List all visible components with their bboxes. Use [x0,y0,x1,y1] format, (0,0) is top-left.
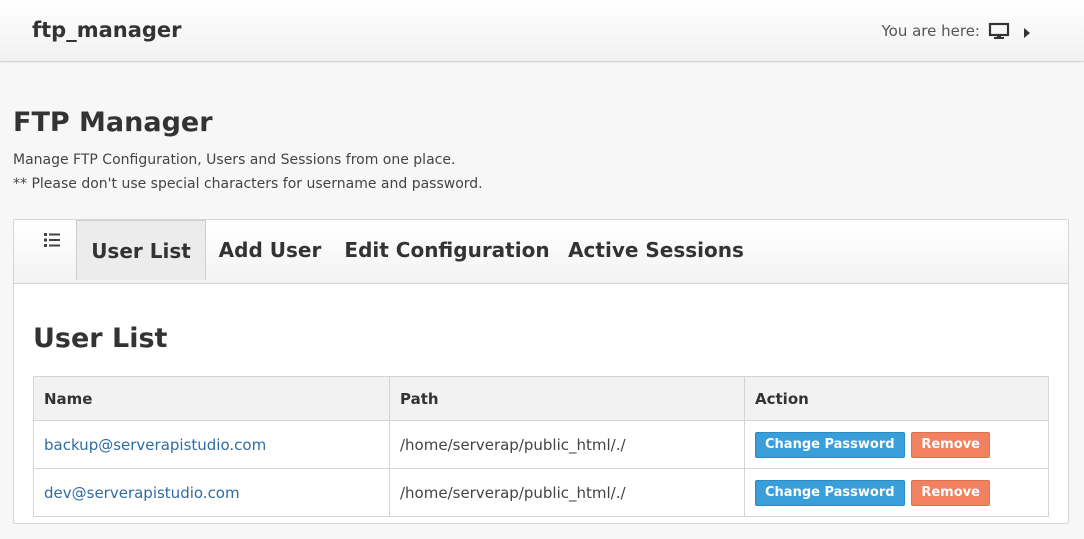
table-row: dev@serverapistudio.com /home/serverap/p… [33,468,1049,517]
tab-edit-configuration[interactable]: Edit Configuration [344,220,550,280]
list-icon[interactable] [44,232,60,247]
section-title: User List [33,323,168,354]
app-title: ftp_manager [32,18,182,42]
page-warning: ** Please don't use special characters f… [13,176,483,192]
remove-button[interactable]: Remove [911,479,990,506]
user-table: Name Path Action backup@serverapistudio.… [33,376,1049,517]
user-name-cell: dev@serverapistudio.com [33,468,390,517]
top-bar: ftp_manager You are here: [0,0,1084,62]
remove-button[interactable]: Remove [911,431,990,458]
breadcrumb-label: You are here: [881,22,980,40]
monitor-icon[interactable] [988,22,1010,40]
user-path-cell: /home/serverap/public_html/./ [389,420,745,469]
user-path-cell: /home/serverap/public_html/./ [389,468,745,517]
tab-active-sessions[interactable]: Active Sessions [566,220,746,280]
user-action-cell: Change Password Remove [744,468,1049,517]
column-header-path: Path [389,376,745,421]
ftp-panel: User List Add User Edit Configuration Ac… [13,219,1069,524]
caret-right-icon [1022,25,1032,38]
page-description: Manage FTP Configuration, Users and Sess… [13,152,456,168]
change-password-button[interactable]: Change Password [755,479,905,506]
user-name-cell: backup@serverapistudio.com [33,420,390,469]
column-header-action: Action [744,376,1049,421]
user-name-link[interactable]: backup@serverapistudio.com [44,436,266,454]
user-name-link[interactable]: dev@serverapistudio.com [44,484,240,502]
table-header-row: Name Path Action [33,376,1049,421]
table-row: backup@serverapistudio.com /home/servera… [33,420,1049,469]
tab-add-user[interactable]: Add User [210,220,330,280]
breadcrumb: You are here: [881,22,1032,40]
tab-user-list[interactable]: User List [76,220,206,280]
main-content: FTP Manager Manage FTP Configuration, Us… [0,63,1084,539]
tab-bar: User List Add User Edit Configuration Ac… [14,220,1068,284]
change-password-button[interactable]: Change Password [755,431,905,458]
page-title: FTP Manager [13,107,213,138]
column-header-name: Name [33,376,390,421]
user-action-cell: Change Password Remove [744,420,1049,469]
